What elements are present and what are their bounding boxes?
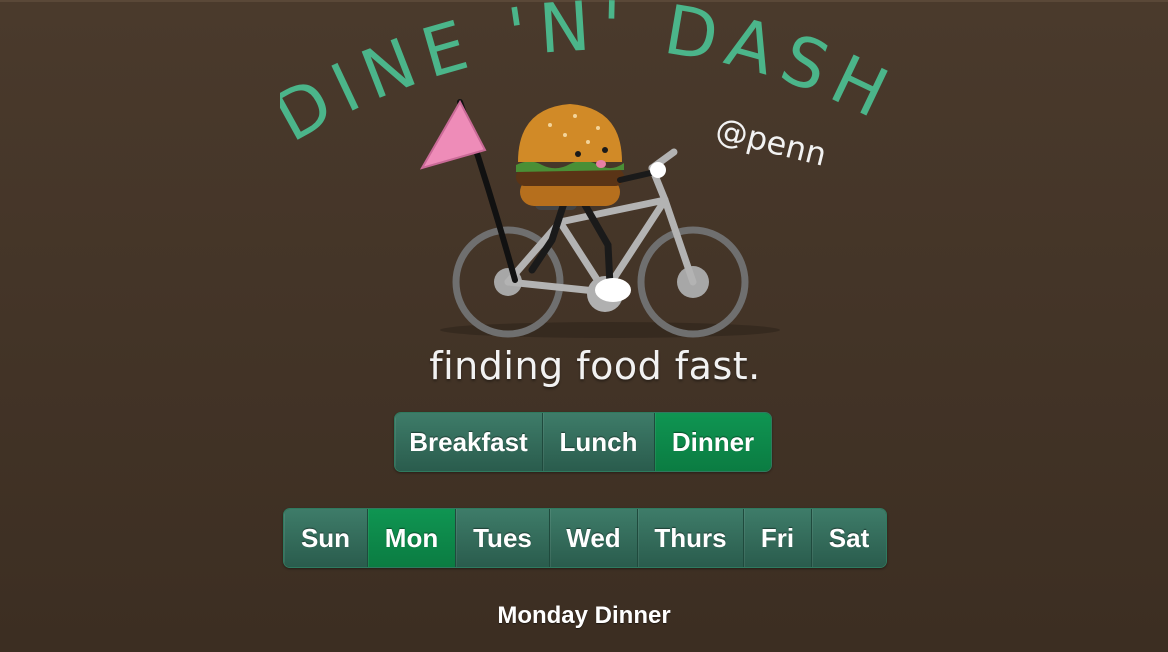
day-button-wed[interactable]: Wed: [550, 509, 638, 567]
dine-n-dash-logo: DINE 'N' DASH @penn: [280, 0, 890, 338]
selected-meal-heading: Monday Dinner: [497, 602, 671, 629]
meal-selector: Breakfast Lunch Dinner: [394, 412, 772, 472]
meal-button-lunch[interactable]: Lunch: [543, 413, 655, 471]
logo-tagline: finding food fast.: [429, 344, 761, 388]
day-button-tues[interactable]: Tues: [456, 509, 550, 567]
day-button-sat[interactable]: Sat: [812, 509, 886, 567]
logo-subtitle: @penn: [712, 110, 830, 174]
day-button-sun[interactable]: Sun: [284, 509, 368, 567]
day-button-fri[interactable]: Fri: [744, 509, 812, 567]
day-button-thurs[interactable]: Thurs: [638, 509, 744, 567]
day-button-mon[interactable]: Mon: [368, 509, 456, 567]
meal-button-dinner[interactable]: Dinner: [655, 413, 771, 471]
meal-button-breakfast[interactable]: Breakfast: [395, 413, 543, 471]
day-selector: Sun Mon Tues Wed Thurs Fri Sat: [283, 508, 887, 568]
